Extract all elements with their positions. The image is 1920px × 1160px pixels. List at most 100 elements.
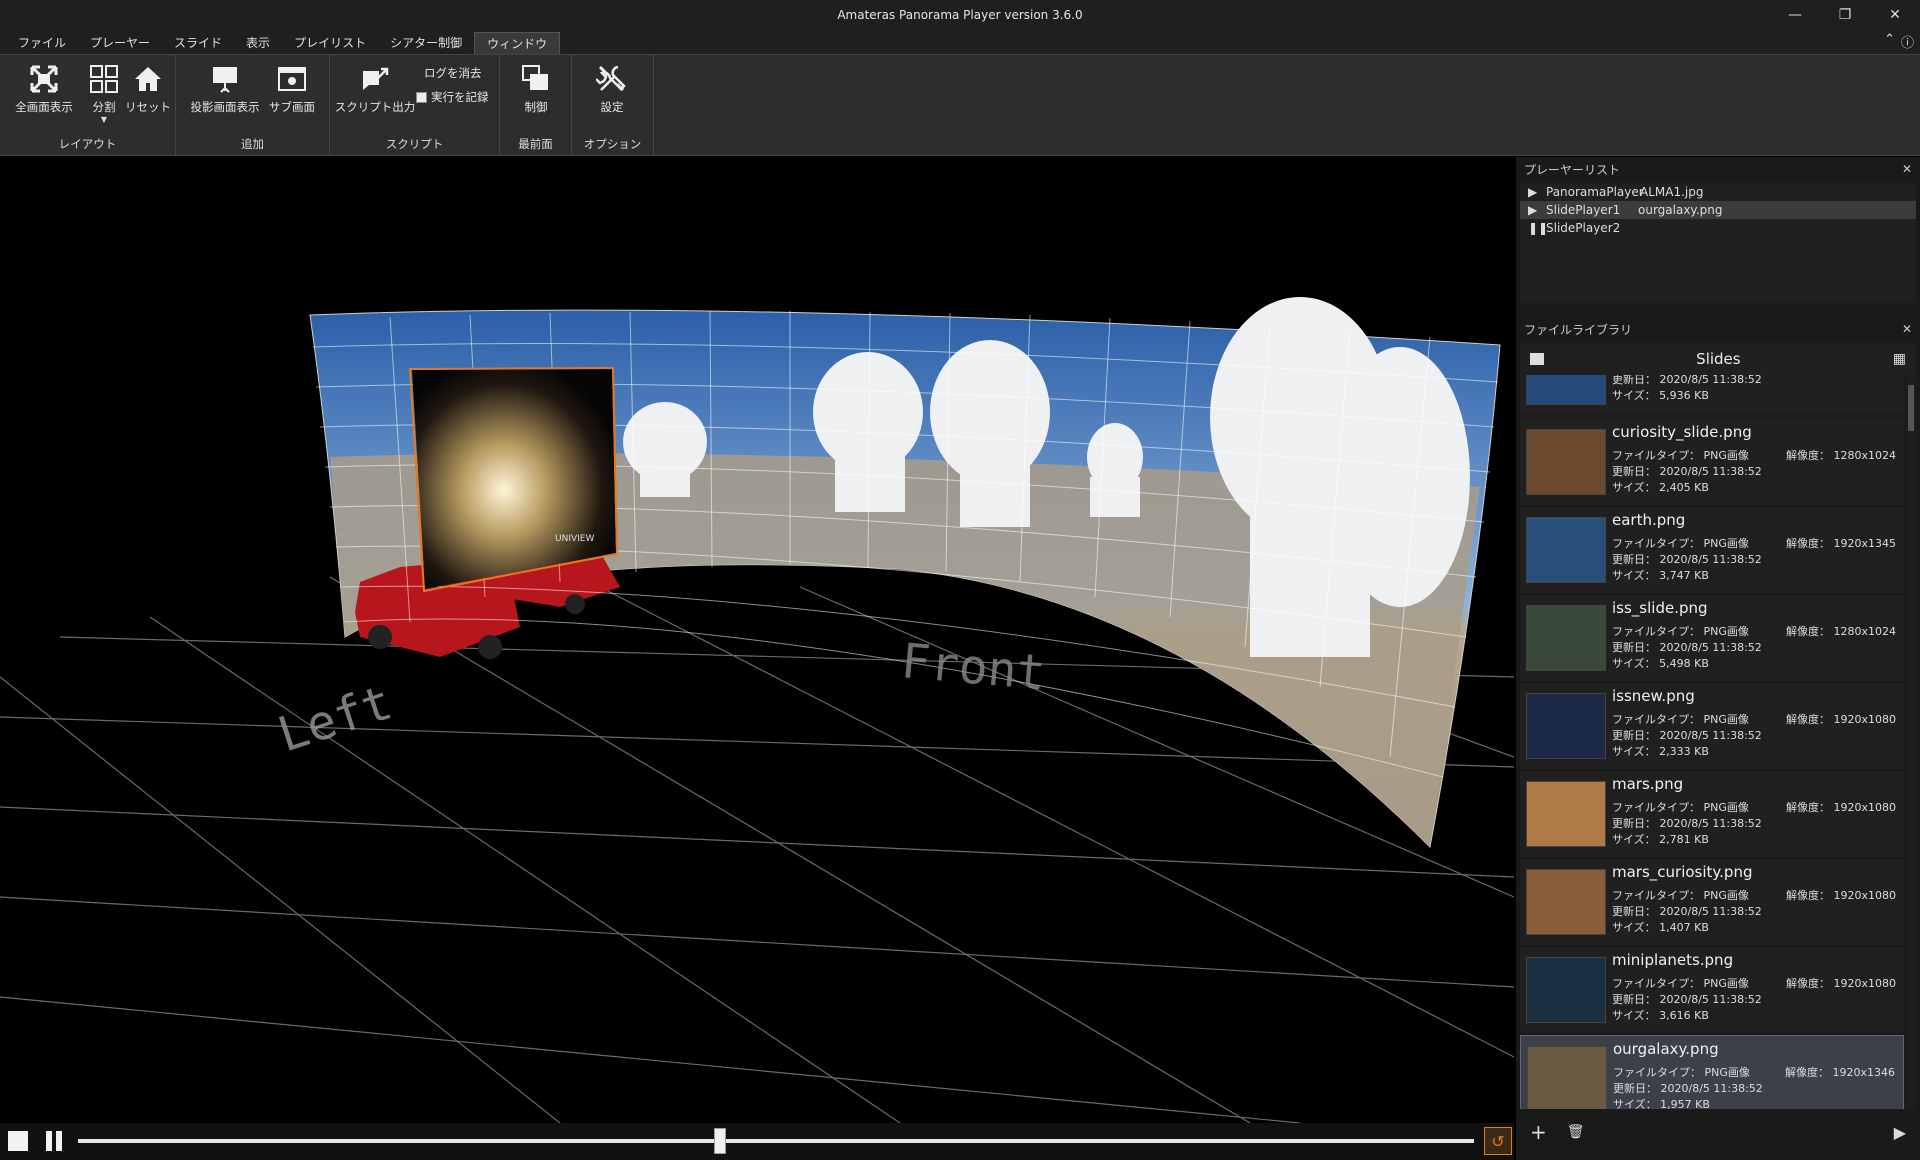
projection-screen-button[interactable]: 投影画面表示: [188, 63, 262, 115]
restore-icon[interactable]: ❐: [1820, 0, 1870, 30]
list-item[interactable]: mars.png ファイルタイプ： PNG画像 更新日： 2020/8/5 11:3…: [1520, 771, 1904, 857]
pause-icon: ❚❚: [1528, 221, 1549, 235]
sub-screen-button[interactable]: サブ画面: [262, 63, 322, 115]
list-item[interactable]: curiosity_slide.png ファイルタイプ： PNG画像 更新日： 20…: [1520, 419, 1904, 505]
menu-window[interactable]: ウィンドウ: [474, 32, 561, 54]
list-item[interactable]: ourgalaxy.png ファイルタイプ： PNG画像 更新日： 2020/8/5…: [1520, 1035, 1904, 1109]
file-name: issnew.png: [1612, 687, 1695, 705]
record-execution-toggle[interactable]: 実行を記録: [416, 89, 489, 105]
grid-view-icon[interactable]: ▦: [1893, 351, 1906, 367]
file-type: ファイルタイプ： PNG画像: [1612, 713, 1749, 726]
seek-handle[interactable]: [714, 1128, 727, 1154]
uniview-watermark: UNIVIEW: [555, 534, 594, 544]
player-row[interactable]: ▶ PanoramaPlayer ALMA1.jpg: [1520, 183, 1916, 201]
file-name: mars_curiosity.png: [1612, 863, 1753, 881]
control-button[interactable]: 制御: [506, 63, 566, 115]
file-library-panel: ファイルライブラリ ✕ Slides ▦ 更新日： 2020/8/5 11:38…: [1516, 317, 1920, 1160]
group-add: 投影画面表示 サブ画面 追加: [176, 55, 330, 155]
help-icon[interactable]: ⓘ: [1901, 32, 1914, 51]
sub-window-icon: [278, 67, 306, 91]
thumbnail: [1527, 1046, 1607, 1109]
list-item[interactable]: mars_curiosity.png ファイルタイプ： PNG画像 更新日： 202…: [1520, 859, 1904, 945]
panorama-viewport[interactable]: UNIVIEW Left Front: [0, 157, 1514, 1123]
list-item[interactable]: iss_slide.png ファイルタイプ： PNG画像 更新日： 2020/8/5…: [1520, 595, 1904, 681]
menu-bar: ファイル プレーヤー スライド 表示 プレイリスト シアター制御 ウィンドウ ⌃…: [0, 30, 1920, 54]
fullscreen-icon: [30, 65, 58, 93]
file-resolution: 解像度： 1920x1080: [1786, 801, 1896, 814]
file-updated: 更新日： 2020/8/5 11:38:52: [1613, 1082, 1763, 1095]
list-item[interactable]: earth.png ファイルタイプ： PNG画像 更新日： 2020/8/5 11:…: [1520, 507, 1904, 593]
menu-player[interactable]: プレーヤー: [78, 32, 162, 54]
right-panel: プレーヤーリスト ✕ ▶ PanoramaPlayer ALMA1.jpg ▶ …: [1516, 157, 1920, 1160]
close-window-icon[interactable]: ✕: [1870, 0, 1920, 30]
split-grid-icon: [90, 65, 118, 93]
list-item[interactable]: miniplanets.png ファイルタイプ： PNG画像 更新日： 2020/8…: [1520, 947, 1904, 1033]
thumbnail: [1526, 605, 1606, 671]
title-bar: Amateras Panorama Player version 3.6.0 —…: [0, 0, 1920, 30]
list-item[interactable]: issnew.png ファイルタイプ： PNG画像 更新日： 2020/8/5 11…: [1520, 683, 1904, 769]
add-icon[interactable]: +: [1530, 1120, 1547, 1144]
settings-button[interactable]: 設定: [582, 63, 642, 115]
file-updated: 更新日： 2020/8/5 11:38:52: [1612, 641, 1762, 654]
clear-log-button[interactable]: ログを消去: [424, 65, 482, 81]
file-size: サイズ： 2,333 KB: [1612, 745, 1709, 758]
collapse-ribbon-icon[interactable]: ⌃: [1884, 32, 1895, 51]
file-type: ファイルタイプ： PNG画像: [1612, 889, 1749, 902]
file-type: ファイルタイプ： PNG画像: [1612, 625, 1749, 638]
list-item[interactable]: 更新日： 2020/8/5 11:38:52 サイズ： 5,936 KB: [1520, 375, 1904, 415]
file-list: 更新日： 2020/8/5 11:38:52 サイズ： 5,936 KB cur…: [1520, 375, 1904, 1109]
playback-bar: ↺: [0, 1123, 1514, 1160]
play-library-icon[interactable]: ▶: [1894, 1123, 1906, 1142]
play-icon: ▶: [1528, 185, 1538, 199]
folder-up-icon[interactable]: [1530, 353, 1544, 365]
left-label: Left: [271, 674, 398, 763]
close-panel-icon[interactable]: ✕: [1902, 162, 1912, 176]
file-name: iss_slide.png: [1612, 599, 1708, 617]
pause-button[interactable]: [44, 1131, 64, 1151]
menu-theater-control[interactable]: シアター制御: [378, 32, 474, 54]
stop-button[interactable]: [8, 1131, 28, 1151]
record-checkbox[interactable]: [416, 91, 427, 103]
library-scrollbar[interactable]: [1906, 375, 1916, 1109]
group-options: 設定 オプション: [572, 55, 654, 155]
file-updated: 更新日： 2020/8/5 11:38:52: [1612, 553, 1762, 566]
file-resolution: 解像度： 1920x1080: [1786, 889, 1896, 902]
play-icon: ▶: [1528, 203, 1538, 217]
fullscreen-button[interactable]: 全画面表示: [14, 63, 74, 115]
trash-icon[interactable]: 🗑: [1567, 1124, 1585, 1140]
menu-playlist[interactable]: プレイリスト: [282, 32, 378, 54]
file-updated: 更新日： 2020/8/5 11:38:52: [1612, 817, 1762, 830]
minimize-icon[interactable]: —: [1770, 0, 1820, 30]
file-type: ファイルタイプ： PNG画像: [1613, 1066, 1750, 1079]
player-list-panel: プレーヤーリスト ✕ ▶ PanoramaPlayer ALMA1.jpg ▶ …: [1516, 157, 1920, 307]
menu-slide[interactable]: スライド: [162, 32, 234, 54]
slide-overlay: UNIVIEW: [408, 366, 619, 593]
file-resolution: 解像度： 1920x1080: [1786, 713, 1896, 726]
script-output-button[interactable]: スクリプト出力: [335, 63, 415, 115]
file-resolution: 解像度： 1280x1024: [1786, 625, 1896, 638]
player-row[interactable]: ❚❚ SlidePlayer2: [1520, 219, 1916, 237]
thumbnail: [1526, 957, 1606, 1023]
library-footer: + 🗑 ▶: [1520, 1112, 1916, 1152]
file-size: サイズ： 5,498 KB: [1612, 657, 1709, 670]
reset-button[interactable]: リセット: [118, 63, 178, 115]
file-library-title: ファイルライブラリ: [1524, 322, 1633, 337]
file-size: サイズ： 1,407 KB: [1612, 921, 1709, 934]
scrollbar-thumb[interactable]: [1908, 385, 1914, 431]
player-row[interactable]: ▶ SlidePlayer1 ourgalaxy.png: [1520, 201, 1916, 219]
file-resolution: 解像度： 1920x1346: [1785, 1066, 1895, 1079]
file-updated: 更新日： 2020/8/5 11:38:52: [1612, 729, 1762, 742]
menu-view[interactable]: 表示: [234, 32, 282, 54]
close-panel-icon[interactable]: ✕: [1902, 322, 1912, 336]
menu-file[interactable]: ファイル: [6, 32, 78, 54]
file-resolution: 解像度： 1920x1345: [1786, 537, 1896, 550]
file-resolution: 解像度： 1920x1080: [1786, 977, 1896, 990]
file-type: ファイルタイプ： PNG画像: [1612, 537, 1749, 550]
thumbnail: [1526, 517, 1606, 583]
dropdown-arrow-icon: ▼: [100, 115, 108, 124]
file-resolution: 解像度： 1280x1024: [1786, 449, 1896, 462]
loop-button[interactable]: ↺: [1484, 1127, 1512, 1155]
thumbnail: [1526, 375, 1606, 405]
seek-track[interactable]: [78, 1139, 1474, 1143]
file-size: サイズ： 3,616 KB: [1612, 1009, 1709, 1022]
